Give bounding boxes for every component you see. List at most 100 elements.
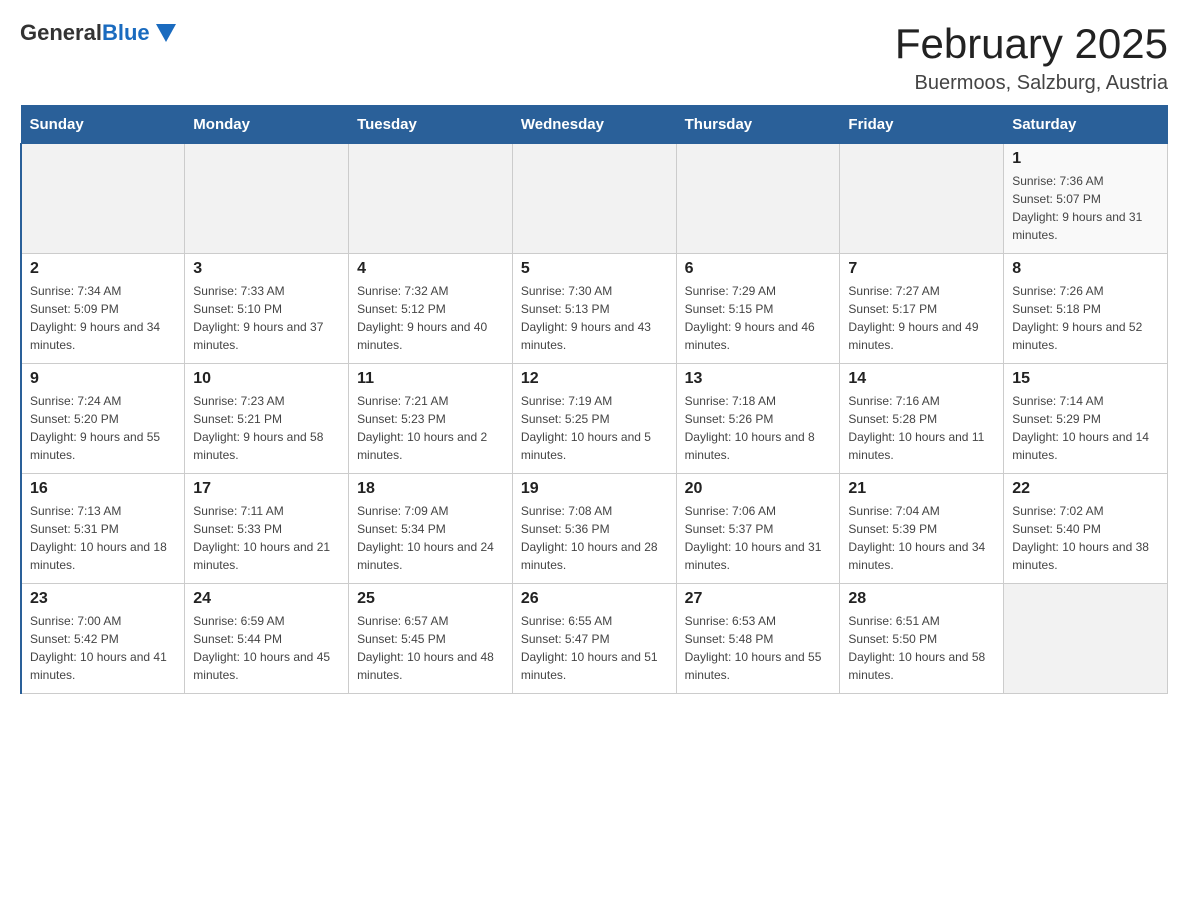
day-info: Sunrise: 7:21 AM Sunset: 5:23 PM Dayligh…	[357, 392, 504, 464]
day-number: 16	[30, 480, 176, 498]
day-number: 1	[1012, 150, 1159, 168]
weekday-header-wednesday: Wednesday	[512, 106, 676, 144]
day-number: 25	[357, 590, 504, 608]
day-number: 2	[30, 260, 176, 278]
calendar-cell: 8Sunrise: 7:26 AM Sunset: 5:18 PM Daylig…	[1004, 254, 1168, 364]
day-number: 27	[685, 590, 832, 608]
day-info: Sunrise: 7:33 AM Sunset: 5:10 PM Dayligh…	[193, 282, 340, 354]
calendar-cell: 25 Sunrise: 6:57 AM Sunset: 5:45 PM Dayli…	[349, 584, 513, 694]
calendar-week-row: 9 Sunrise: 7:24 AM Sunset: 5:20 PM Daylig…	[21, 364, 1168, 474]
day-info: Sunrise: 7:08 AM Sunset: 5:36 PM Dayligh…	[521, 502, 668, 574]
day-info: Sunrise: 7:09 AM Sunset: 5:34 PM Dayligh…	[357, 502, 504, 574]
day-info: Sunrise: 7:00 AM Sunset: 5:42 PM Dayligh…	[30, 612, 176, 684]
calendar-cell: 20 Sunrise: 7:06 AM Sunset: 5:37 PM Dayli…	[676, 474, 840, 584]
day-number: 22	[1012, 480, 1159, 498]
day-number: 21	[848, 480, 995, 498]
calendar-cell: 16 Sunrise: 7:13 AM Sunset: 5:31 PM Dayli…	[21, 474, 185, 584]
day-info: Sunrise: 7:04 AM Sunset: 5:39 PM Dayligh…	[848, 502, 995, 574]
day-number: 24	[193, 590, 340, 608]
calendar-cell: 24 Sunrise: 6:59 AM Sunset: 5:44 PM Dayli…	[185, 584, 349, 694]
calendar-cell: 15Sunrise: 7:14 AM Sunset: 5:29 PM Dayli…	[1004, 364, 1168, 474]
calendar-cell: 14 Sunrise: 7:16 AM Sunset: 5:28 PM Dayli…	[840, 364, 1004, 474]
calendar-cell	[676, 144, 840, 254]
month-title: February 2025	[895, 20, 1168, 68]
calendar-cell: 21 Sunrise: 7:04 AM Sunset: 5:39 PM Dayli…	[840, 474, 1004, 584]
day-number: 26	[521, 590, 668, 608]
weekday-header-monday: Monday	[185, 106, 349, 144]
location-title: Buermoos, Salzburg, Austria	[895, 72, 1168, 95]
weekday-header-sunday: Sunday	[21, 106, 185, 144]
calendar-cell: 12Sunrise: 7:19 AM Sunset: 5:25 PM Dayli…	[512, 364, 676, 474]
day-info: Sunrise: 7:36 AM Sunset: 5:07 PM Dayligh…	[1012, 172, 1159, 244]
calendar-cell	[349, 144, 513, 254]
calendar-cell: 17Sunrise: 7:11 AM Sunset: 5:33 PM Dayli…	[185, 474, 349, 584]
day-info: Sunrise: 7:16 AM Sunset: 5:28 PM Dayligh…	[848, 392, 995, 464]
calendar-cell: 13Sunrise: 7:18 AM Sunset: 5:26 PM Dayli…	[676, 364, 840, 474]
calendar-cell	[1004, 584, 1168, 694]
day-info: Sunrise: 6:55 AM Sunset: 5:47 PM Dayligh…	[521, 612, 668, 684]
calendar-cell: 22 Sunrise: 7:02 AM Sunset: 5:40 PM Dayli…	[1004, 474, 1168, 584]
day-info: Sunrise: 7:24 AM Sunset: 5:20 PM Dayligh…	[30, 392, 176, 464]
day-info: Sunrise: 7:02 AM Sunset: 5:40 PM Dayligh…	[1012, 502, 1159, 574]
page-header: GeneralBlue February 2025 Buermoos, Salz…	[20, 20, 1168, 95]
day-info: Sunrise: 7:32 AM Sunset: 5:12 PM Dayligh…	[357, 282, 504, 354]
day-number: 14	[848, 370, 995, 388]
day-number: 5	[521, 260, 668, 278]
calendar-table: SundayMondayTuesdayWednesdayThursdayFrid…	[20, 105, 1168, 694]
calendar-cell: 1 Sunrise: 7:36 AM Sunset: 5:07 PM Daylig…	[1004, 144, 1168, 254]
calendar-cell: 4Sunrise: 7:32 AM Sunset: 5:12 PM Daylig…	[349, 254, 513, 364]
calendar-cell	[512, 144, 676, 254]
logo-general-text: General	[20, 20, 102, 45]
day-info: Sunrise: 7:06 AM Sunset: 5:37 PM Dayligh…	[685, 502, 832, 574]
calendar-cell: 3 Sunrise: 7:33 AM Sunset: 5:10 PM Daylig…	[185, 254, 349, 364]
day-number: 19	[521, 480, 668, 498]
calendar-week-row: 16 Sunrise: 7:13 AM Sunset: 5:31 PM Dayli…	[21, 474, 1168, 584]
day-info: Sunrise: 6:57 AM Sunset: 5:45 PM Dayligh…	[357, 612, 504, 684]
day-number: 9	[30, 370, 176, 388]
day-info: Sunrise: 6:59 AM Sunset: 5:44 PM Dayligh…	[193, 612, 340, 684]
calendar-cell: 9 Sunrise: 7:24 AM Sunset: 5:20 PM Daylig…	[21, 364, 185, 474]
calendar-cell: 18 Sunrise: 7:09 AM Sunset: 5:34 PM Dayli…	[349, 474, 513, 584]
day-number: 12	[521, 370, 668, 388]
calendar-cell: 10 Sunrise: 7:23 AM Sunset: 5:21 PM Dayli…	[185, 364, 349, 474]
day-number: 13	[685, 370, 832, 388]
day-number: 23	[30, 590, 176, 608]
calendar-cell: 26 Sunrise: 6:55 AM Sunset: 5:47 PM Dayli…	[512, 584, 676, 694]
title-block: February 2025 Buermoos, Salzburg, Austri…	[895, 20, 1168, 95]
logo-triangle-icon	[156, 24, 176, 42]
logo: GeneralBlue	[20, 20, 176, 46]
calendar-cell: 11Sunrise: 7:21 AM Sunset: 5:23 PM Dayli…	[349, 364, 513, 474]
calendar-week-row: 2Sunrise: 7:34 AM Sunset: 5:09 PM Daylig…	[21, 254, 1168, 364]
weekday-header-friday: Friday	[840, 106, 1004, 144]
day-info: Sunrise: 7:11 AM Sunset: 5:33 PM Dayligh…	[193, 502, 340, 574]
weekday-header-thursday: Thursday	[676, 106, 840, 144]
day-number: 8	[1012, 260, 1159, 278]
calendar-cell	[185, 144, 349, 254]
day-number: 10	[193, 370, 340, 388]
calendar-cell	[21, 144, 185, 254]
calendar-week-row: 23 Sunrise: 7:00 AM Sunset: 5:42 PM Dayli…	[21, 584, 1168, 694]
day-number: 7	[848, 260, 995, 278]
calendar-cell: 2Sunrise: 7:34 AM Sunset: 5:09 PM Daylig…	[21, 254, 185, 364]
calendar-cell: 27 Sunrise: 6:53 AM Sunset: 5:48 PM Dayli…	[676, 584, 840, 694]
day-info: Sunrise: 7:13 AM Sunset: 5:31 PM Dayligh…	[30, 502, 176, 574]
logo-wordmark: GeneralBlue	[20, 20, 150, 46]
day-number: 6	[685, 260, 832, 278]
day-number: 20	[685, 480, 832, 498]
day-number: 28	[848, 590, 995, 608]
day-info: Sunrise: 7:27 AM Sunset: 5:17 PM Dayligh…	[848, 282, 995, 354]
day-info: Sunrise: 7:30 AM Sunset: 5:13 PM Dayligh…	[521, 282, 668, 354]
calendar-cell: 19 Sunrise: 7:08 AM Sunset: 5:36 PM Dayli…	[512, 474, 676, 584]
day-number: 15	[1012, 370, 1159, 388]
calendar-cell: 5 Sunrise: 7:30 AM Sunset: 5:13 PM Daylig…	[512, 254, 676, 364]
weekday-header-tuesday: Tuesday	[349, 106, 513, 144]
day-number: 3	[193, 260, 340, 278]
calendar-week-row: 1 Sunrise: 7:36 AM Sunset: 5:07 PM Daylig…	[21, 144, 1168, 254]
day-info: Sunrise: 7:23 AM Sunset: 5:21 PM Dayligh…	[193, 392, 340, 464]
calendar-cell: 28Sunrise: 6:51 AM Sunset: 5:50 PM Dayli…	[840, 584, 1004, 694]
calendar-cell: 7 Sunrise: 7:27 AM Sunset: 5:17 PM Daylig…	[840, 254, 1004, 364]
calendar-cell: 23 Sunrise: 7:00 AM Sunset: 5:42 PM Dayli…	[21, 584, 185, 694]
day-info: Sunrise: 6:53 AM Sunset: 5:48 PM Dayligh…	[685, 612, 832, 684]
day-number: 18	[357, 480, 504, 498]
day-info: Sunrise: 7:29 AM Sunset: 5:15 PM Dayligh…	[685, 282, 832, 354]
